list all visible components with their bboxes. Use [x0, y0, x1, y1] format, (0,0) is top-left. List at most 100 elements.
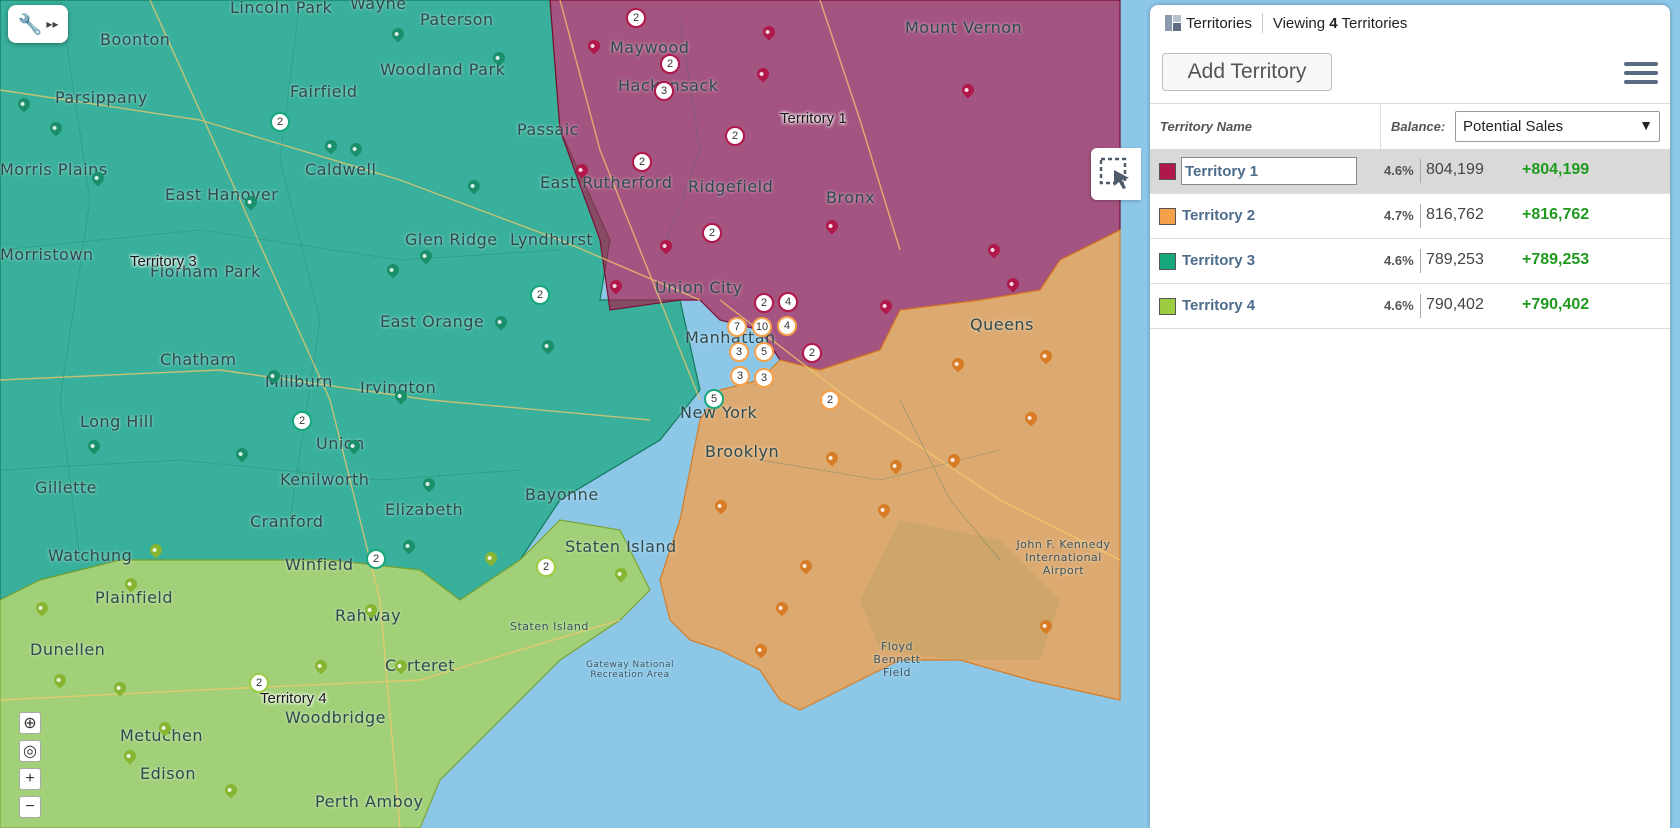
- territory-row[interactable]: 4.6% 804,199 +804,199: [1150, 149, 1670, 194]
- lasso-select-button[interactable]: [1091, 148, 1141, 200]
- cluster-marker[interactable]: 2: [632, 152, 652, 172]
- cluster-marker[interactable]: 3: [754, 368, 774, 388]
- balance-select[interactable]: Potential Sales ▼: [1455, 111, 1660, 142]
- place-label: Plainfield: [95, 588, 174, 607]
- territory-color-swatch[interactable]: [1159, 298, 1176, 315]
- place-label: Woodbridge: [285, 708, 386, 727]
- territory-delta: +790,402: [1522, 296, 1590, 313]
- cluster-marker[interactable]: 4: [778, 292, 798, 312]
- cluster-marker[interactable]: 3: [729, 342, 749, 362]
- place-label: Brooklyn: [705, 442, 780, 461]
- viewing-suffix: Territories: [1337, 14, 1408, 32]
- place-label: Elizabeth: [385, 500, 464, 519]
- cluster-marker[interactable]: 2: [536, 557, 556, 577]
- territory-name[interactable]: Territory 2: [1182, 207, 1255, 224]
- zoom-in-button[interactable]: +: [19, 768, 41, 790]
- cluster-marker[interactable]: 5: [704, 389, 724, 409]
- row-divider: [1420, 159, 1421, 183]
- chevron-right-icon: ▸▸: [46, 17, 59, 31]
- cluster-marker[interactable]: 4: [777, 316, 797, 336]
- place-label: Gillette: [35, 478, 97, 497]
- cluster-marker[interactable]: 2: [366, 549, 386, 569]
- place-label: Staten Island: [565, 537, 677, 556]
- place-label: Woodland Park: [380, 60, 506, 79]
- zoom-area-icon: ⊕: [23, 715, 37, 732]
- cluster-marker[interactable]: 2: [626, 8, 646, 28]
- territories-icon: [1165, 15, 1181, 31]
- place-label: Glen Ridge: [405, 230, 498, 249]
- place-label: Caldwell: [305, 160, 377, 179]
- place-label: Dunellen: [30, 640, 106, 659]
- territory-row[interactable]: Territory 4 4.6% 790,402 +790,402: [1150, 284, 1670, 329]
- col-territory-name: Territory Name: [1160, 119, 1252, 134]
- territory-name-input[interactable]: [1181, 157, 1357, 185]
- place-label: Passaic: [517, 120, 579, 139]
- place-label: Union City: [655, 278, 743, 297]
- territory-color-swatch[interactable]: [1159, 208, 1176, 225]
- territory-name[interactable]: Territory 4: [1182, 297, 1255, 314]
- balance-selected-value: Potential Sales: [1463, 118, 1564, 135]
- territory-delta: +789,253: [1522, 251, 1590, 268]
- territory-row[interactable]: Territory 3 4.6% 789,253 +789,253: [1150, 239, 1670, 284]
- territory-name[interactable]: Territory 3: [1182, 252, 1255, 269]
- territory-delta: +816,762: [1522, 206, 1590, 223]
- place-label: Ridgefield: [688, 177, 774, 196]
- cluster-marker[interactable]: 2: [754, 293, 774, 313]
- locate-button[interactable]: ◎: [19, 740, 41, 762]
- panel-title: Territories: [1186, 14, 1252, 32]
- row-divider: [1420, 294, 1421, 318]
- territories-panel: Territories Viewing 4 Territories Add Te…: [1150, 5, 1670, 828]
- cluster-marker[interactable]: 2: [292, 411, 312, 431]
- cluster-marker[interactable]: 2: [725, 126, 745, 146]
- map-tools-button[interactable]: 🔧 ▸▸: [8, 5, 68, 43]
- table-header: Territory Name Balance: Potential Sales …: [1150, 103, 1670, 151]
- cluster-marker[interactable]: 3: [730, 366, 750, 386]
- row-divider: [1420, 204, 1421, 228]
- territory-row[interactable]: Territory 2 4.7% 816,762 +816,762: [1150, 194, 1670, 239]
- cluster-marker[interactable]: 2: [820, 390, 840, 410]
- place-label: Cranford: [250, 512, 324, 531]
- viewing-text: Viewing 4 Territories: [1273, 15, 1408, 32]
- viewing-count: 4: [1329, 14, 1338, 32]
- cluster-marker[interactable]: 5: [754, 342, 774, 362]
- territory-color-swatch[interactable]: [1159, 253, 1176, 270]
- panel-header: Territories Viewing 4 Territories: [1150, 5, 1670, 41]
- zoom-area-button[interactable]: ⊕: [19, 712, 41, 734]
- cluster-marker[interactable]: 2: [702, 223, 722, 243]
- dropdown-arrow-icon: ▼: [1639, 117, 1653, 133]
- cluster-marker[interactable]: 3: [654, 81, 674, 101]
- place-label: Watchung: [48, 546, 133, 565]
- territory-value: 804,199: [1426, 161, 1484, 178]
- cluster-marker[interactable]: 2: [249, 673, 269, 693]
- territory-percent: 4.6%: [1384, 163, 1414, 178]
- airport-label: John F. Kennedy International Airport: [1016, 538, 1111, 577]
- territory-value: 790,402: [1426, 296, 1484, 313]
- column-divider: [1380, 104, 1381, 150]
- place-label: Bronx: [826, 188, 876, 207]
- place-label: Perth Amboy: [315, 792, 424, 811]
- lasso-select-icon: [1099, 157, 1129, 189]
- territory-color-swatch[interactable]: [1159, 163, 1176, 180]
- zoom-out-button[interactable]: −: [19, 796, 41, 818]
- territory-label: Territory 3: [130, 253, 197, 270]
- cluster-marker[interactable]: 2: [802, 343, 822, 363]
- wrench-icon: 🔧: [17, 13, 43, 36]
- hamburger-menu-icon[interactable]: [1624, 57, 1658, 87]
- cluster-marker[interactable]: 2: [270, 112, 290, 132]
- add-territory-button[interactable]: Add Territory: [1162, 53, 1332, 91]
- place-label-small: Staten Island: [510, 620, 589, 633]
- territory-percent: 4.6%: [1384, 298, 1414, 313]
- place-label: Morristown: [0, 245, 94, 264]
- place-label: Boonton: [100, 30, 171, 49]
- park-label: Gateway National Recreation Area: [585, 660, 675, 680]
- cluster-marker[interactable]: 10: [752, 317, 772, 337]
- cluster-marker[interactable]: 7: [727, 317, 747, 337]
- cluster-marker[interactable]: 2: [530, 285, 550, 305]
- cluster-marker[interactable]: 2: [660, 54, 680, 74]
- header-divider: [1261, 13, 1263, 33]
- place-label: Lincoln Park: [230, 0, 333, 17]
- territory-label: Territory 1: [780, 110, 847, 127]
- territory-percent: 4.7%: [1384, 208, 1414, 223]
- viewing-prefix: Viewing: [1272, 14, 1330, 32]
- place-label: Winfield: [285, 555, 354, 574]
